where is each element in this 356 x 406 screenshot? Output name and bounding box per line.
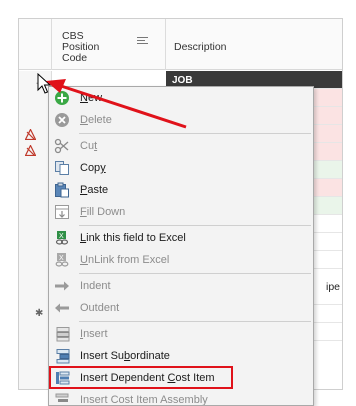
row-description: JOB (172, 75, 193, 86)
menu-item-label: Insert Cost Item Assembly (80, 394, 208, 406)
menu-item-new[interactable]: New (49, 87, 313, 109)
menu-item-cut: Cut (49, 135, 313, 157)
new-plus-icon (55, 91, 69, 105)
warning-triangle-icon (25, 129, 36, 140)
copy-icon (55, 161, 69, 175)
insert-subordinate-icon (56, 349, 70, 364)
indent-arrow-icon (55, 281, 69, 291)
menu-item-fill-down: Fill Down (49, 201, 313, 223)
menu-item-label: Cut (80, 140, 98, 152)
menu-item-link-excel[interactable]: X Link this field to Excel (49, 227, 313, 249)
new-row-star-icon: ✱ (35, 308, 44, 319)
menu-item-paste[interactable]: Paste (49, 179, 313, 201)
excel-link-icon: X (55, 231, 69, 245)
menu-item-insert-cost-item-assembly: Insert Cost Item Assembly (49, 389, 313, 406)
highlight-annotation-box (49, 366, 233, 389)
menu-item-label: Insert Subordinate (80, 350, 170, 362)
menu-item-insert-subordinate[interactable]: Insert Subordinate (49, 345, 313, 367)
column-header-description[interactable]: Description (166, 19, 342, 70)
menu-item-label: Link this field to Excel (80, 232, 186, 244)
row-indicator-header (19, 19, 52, 70)
warning-triangle-icon (25, 145, 36, 156)
column-header-description-label: Description (174, 41, 227, 53)
menu-item-label: Copy (80, 162, 106, 174)
paste-icon (55, 182, 69, 198)
menu-item-outdent: Outdent (49, 297, 313, 319)
row-description-fragment: ipe (325, 281, 340, 293)
menu-item-label: Paste (80, 184, 109, 196)
menu-separator (79, 273, 311, 274)
excel-unlink-icon: X (55, 253, 69, 267)
svg-text:X: X (59, 255, 64, 262)
column-header-cbs-label: CBS Position Code (62, 30, 100, 64)
grid-header: CBS Position Code Description (19, 19, 342, 70)
menu-item-copy[interactable]: Copy (49, 157, 313, 179)
mouse-cursor-icon (37, 73, 52, 94)
insert-rows-icon (56, 327, 70, 342)
menu-item-insert: Insert (49, 323, 313, 345)
menu-item-unlink-excel: X UnLink from Excel (49, 249, 313, 271)
column-header-cbs-position-code[interactable]: CBS Position Code (52, 19, 166, 70)
menu-item-label: Indent (80, 280, 111, 292)
menu-item-label: New (80, 92, 103, 104)
menu-separator (79, 133, 311, 134)
fill-down-icon (55, 205, 69, 219)
delete-x-icon (55, 113, 69, 127)
context-menu: New Delete Cut Copy Paste Fill Down X Li… (48, 86, 314, 406)
scissors-icon (54, 138, 69, 154)
menu-separator (79, 225, 311, 226)
menu-item-label: Outdent (80, 302, 120, 314)
menu-item-label: Delete (80, 114, 112, 126)
outdent-arrow-icon (55, 303, 69, 313)
menu-item-label: Insert (80, 328, 108, 340)
menu-item-indent: Indent (49, 275, 313, 297)
menu-item-label: Fill Down (80, 206, 126, 218)
menu-item-delete: Delete (49, 109, 313, 131)
sort-lines-icon[interactable] (137, 37, 148, 46)
menu-separator (79, 321, 311, 322)
menu-item-label: UnLink from Excel (80, 254, 170, 266)
insert-assembly-icon (55, 393, 69, 402)
svg-text:X: X (59, 233, 64, 240)
